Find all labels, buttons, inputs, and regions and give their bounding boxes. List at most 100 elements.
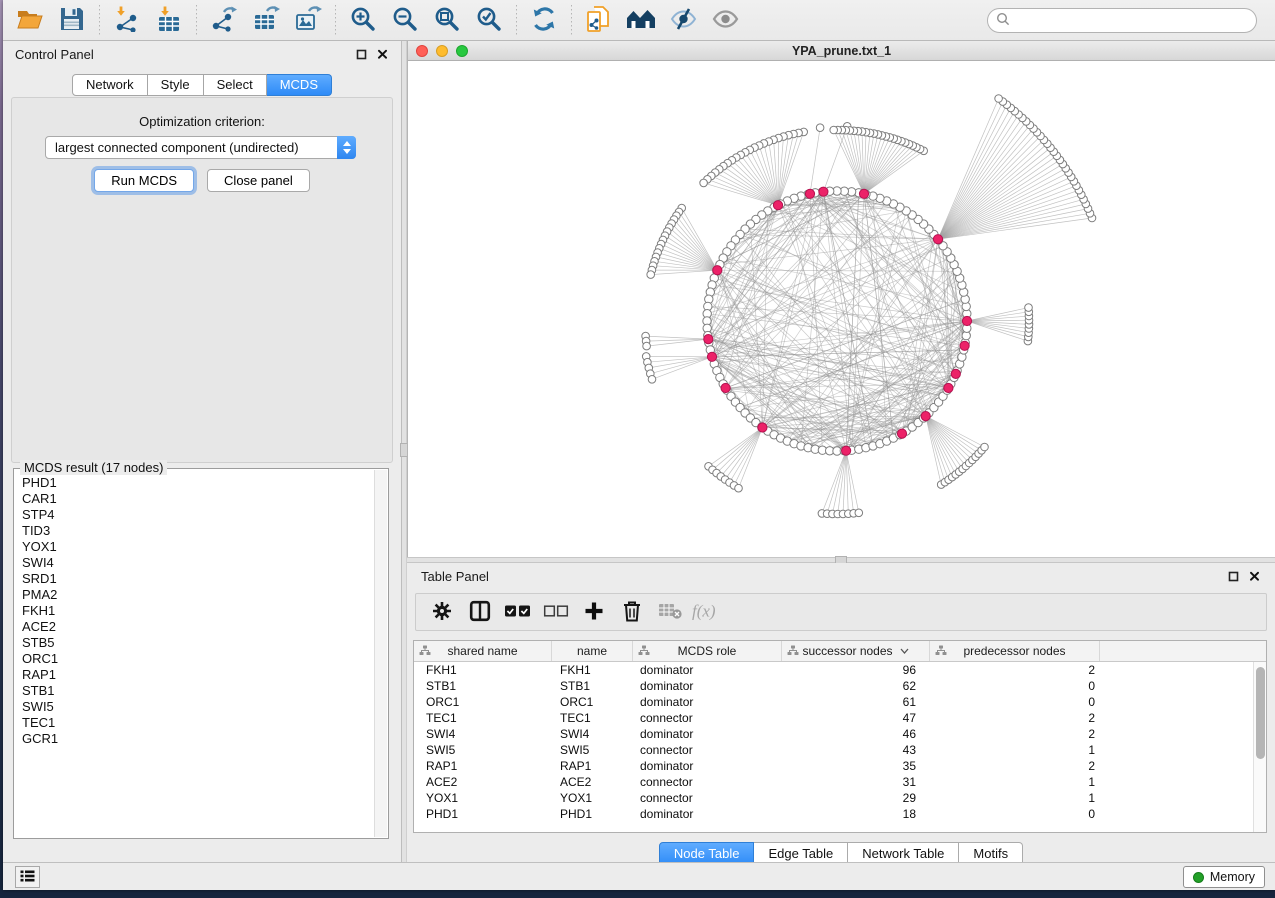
import-network-button[interactable]	[110, 3, 144, 37]
mcds-result-item[interactable]: SRD1	[22, 571, 372, 587]
mcds-result-item[interactable]: PHD1	[22, 475, 372, 491]
style-share-button[interactable]	[582, 3, 616, 37]
network-node[interactable]	[735, 484, 743, 492]
network-view[interactable]	[408, 61, 1275, 557]
hide-graphics-details-button[interactable]	[666, 3, 700, 37]
table-row[interactable]: SWI5SWI5connector431	[414, 742, 1266, 758]
table-row[interactable]: PHD1PHD1dominator180	[414, 806, 1266, 822]
mcds-node[interactable]	[819, 187, 828, 196]
scrollbar-thumb[interactable]	[1256, 667, 1265, 759]
mcds-node[interactable]	[859, 189, 868, 198]
close-panel-button[interactable]: Close panel	[207, 169, 310, 192]
table-row[interactable]: ORC1ORC1dominator610	[414, 694, 1266, 710]
select-all-button[interactable]	[500, 596, 536, 628]
refresh-button[interactable]	[527, 3, 561, 37]
network-node[interactable]	[981, 443, 989, 451]
mcds-result-item[interactable]: RAP1	[22, 667, 372, 683]
minimize-window-button[interactable]	[436, 45, 448, 57]
run-mcds-button[interactable]: Run MCDS	[94, 169, 194, 192]
mcds-result-item[interactable]: PMA2	[22, 587, 372, 603]
export-table-button[interactable]	[249, 3, 283, 37]
mcds-node[interactable]	[713, 266, 722, 275]
table-row[interactable]: STB1STB1dominator620	[414, 678, 1266, 694]
task-history-button[interactable]	[15, 866, 40, 888]
save-button[interactable]	[55, 3, 89, 37]
search-box[interactable]	[987, 8, 1257, 33]
network-node[interactable]	[648, 376, 656, 384]
network-overview-button[interactable]	[624, 3, 658, 37]
network-node[interactable]	[995, 95, 1003, 103]
mcds-result-item[interactable]: TID3	[22, 523, 372, 539]
criterion-select[interactable]: largest connected component (undirected)	[45, 136, 356, 159]
mcds-node[interactable]	[944, 383, 953, 392]
zoom-out-button[interactable]	[388, 3, 422, 37]
export-network-button[interactable]	[207, 3, 241, 37]
column-header-shared-name[interactable]: shared name	[414, 641, 552, 661]
import-table-button[interactable]	[152, 3, 186, 37]
network-node[interactable]	[700, 179, 708, 187]
mcds-result-item[interactable]: FKH1	[22, 603, 372, 619]
mcds-node[interactable]	[951, 369, 960, 378]
mcds-node[interactable]	[933, 235, 942, 244]
close-panel-icon[interactable]	[1248, 570, 1261, 583]
mcds-result-item[interactable]: SWI4	[22, 555, 372, 571]
table-row[interactable]: RAP1RAP1dominator352	[414, 758, 1266, 774]
mcds-node[interactable]	[960, 341, 969, 350]
table-settings-button[interactable]	[424, 596, 460, 628]
mcds-node[interactable]	[921, 412, 930, 421]
network-node[interactable]	[643, 342, 651, 350]
column-header-predecessor-nodes[interactable]: predecessor nodes	[930, 641, 1100, 661]
result-list-scrollbar[interactable]	[374, 470, 387, 837]
mcds-node[interactable]	[707, 352, 716, 361]
mcds-result-item[interactable]: SWI5	[22, 699, 372, 715]
table-row[interactable]: ACE2ACE2connector311	[414, 774, 1266, 790]
mcds-result-item[interactable]: ORC1	[22, 651, 372, 667]
table-row[interactable]: YOX1YOX1connector291	[414, 790, 1266, 806]
mcds-result-item[interactable]: STB1	[22, 683, 372, 699]
float-panel-icon[interactable]	[355, 48, 368, 61]
show-graphics-details-button[interactable]	[708, 3, 742, 37]
mcds-node[interactable]	[773, 201, 782, 210]
mcds-result-item[interactable]: CAR1	[22, 491, 372, 507]
memory-button[interactable]: Memory	[1183, 866, 1265, 888]
network-node[interactable]	[816, 124, 824, 132]
column-header-mcds-role[interactable]: MCDS role	[633, 641, 782, 661]
search-input[interactable]	[1015, 13, 1248, 28]
deselect-all-button[interactable]	[538, 596, 574, 628]
mcds-node[interactable]	[805, 189, 814, 198]
float-panel-icon[interactable]	[1227, 570, 1240, 583]
export-image-button[interactable]	[291, 3, 325, 37]
mcds-node[interactable]	[962, 316, 971, 325]
column-header-successor-nodes[interactable]: successor nodes	[782, 641, 930, 661]
tab-network[interactable]: Network	[72, 74, 148, 96]
mcds-result-item[interactable]: GCR1	[22, 731, 372, 747]
maximize-window-button[interactable]	[456, 45, 468, 57]
zoom-fit-button[interactable]	[430, 3, 464, 37]
add-row-button[interactable]	[576, 596, 612, 628]
tab-style[interactable]: Style	[148, 74, 204, 96]
network-node[interactable]	[647, 271, 655, 279]
mcds-node[interactable]	[704, 335, 713, 344]
delete-row-button[interactable]	[614, 596, 650, 628]
open-folder-button[interactable]	[13, 3, 47, 37]
mcds-result-item[interactable]: STB5	[22, 635, 372, 651]
mcds-result-item[interactable]: STP4	[22, 507, 372, 523]
mcds-result-item[interactable]: ACE2	[22, 619, 372, 635]
columns-button[interactable]	[462, 596, 498, 628]
table-row[interactable]: SWI4SWI4dominator462	[414, 726, 1266, 742]
network-node[interactable]	[1025, 304, 1033, 312]
zoom-in-button[interactable]	[346, 3, 380, 37]
mcds-node[interactable]	[721, 383, 730, 392]
close-panel-icon[interactable]	[376, 48, 389, 61]
table-scrollbar[interactable]	[1253, 662, 1266, 832]
mcds-result-item[interactable]: TEC1	[22, 715, 372, 731]
mcds-node[interactable]	[758, 423, 767, 432]
tab-select[interactable]: Select	[204, 74, 267, 96]
mcds-result-list[interactable]: PHD1CAR1STP4TID3YOX1SWI4SRD1PMA2FKH1ACE2…	[22, 475, 372, 836]
mcds-node[interactable]	[842, 446, 851, 455]
network-window-titlebar[interactable]: YPA_prune.txt_1	[408, 41, 1275, 61]
network-node[interactable]	[855, 509, 863, 517]
mcds-node[interactable]	[897, 429, 906, 438]
column-header-name[interactable]: name	[552, 641, 633, 661]
table-row[interactable]: FKH1FKH1dominator962	[414, 662, 1266, 678]
